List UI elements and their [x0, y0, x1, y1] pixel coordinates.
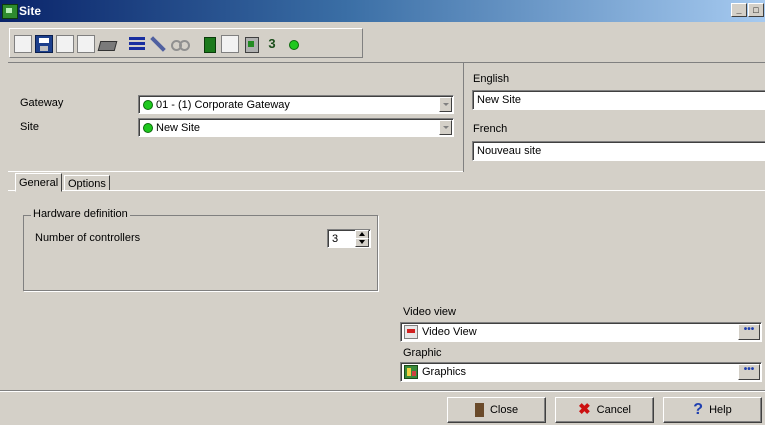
french-name-input[interactable]: Nouveau site	[472, 141, 765, 161]
dialog-button-bar: Close ✖ Cancel ? Help	[0, 390, 765, 425]
close-button[interactable]: Close	[447, 397, 546, 423]
site-dropdown-icon[interactable]	[439, 120, 452, 135]
graphic-field[interactable]: Graphics •••	[400, 362, 762, 382]
gateway-combo[interactable]: 01 - (1) Corporate Gateway	[138, 95, 454, 114]
spin-down-icon[interactable]	[355, 238, 369, 247]
save-icon[interactable]	[35, 35, 53, 53]
video-view-value: Video View	[422, 326, 477, 338]
toolbar: 3	[0, 22, 765, 62]
hardware-group: Hardware definition Number of controller…	[23, 208, 378, 291]
video-view-field[interactable]: Video View •••	[400, 322, 762, 342]
site-value: New Site	[156, 122, 201, 134]
list-icon[interactable]	[128, 35, 146, 53]
controllers-value: 3	[332, 233, 339, 245]
edit-icon[interactable]	[149, 35, 167, 53]
site-combo[interactable]: New Site	[138, 118, 454, 137]
controller-icon[interactable]	[200, 35, 218, 53]
english-name-input[interactable]: New Site	[472, 90, 765, 110]
gateway-label: Gateway	[20, 97, 64, 109]
help-button-label: Help	[709, 404, 732, 416]
module-icon[interactable]	[221, 35, 239, 53]
status-icon[interactable]	[284, 35, 302, 53]
door-icon	[474, 403, 484, 418]
minimize-button[interactable]: _	[731, 3, 747, 17]
tab-general[interactable]: General	[15, 173, 63, 192]
graphic-icon	[404, 365, 418, 379]
tab-options[interactable]: Options	[64, 175, 110, 191]
close-button-label: Close	[489, 404, 519, 416]
print-icon[interactable]	[97, 35, 118, 53]
window-title: Site	[19, 4, 42, 18]
controllers-label: Number of controllers	[35, 232, 141, 244]
cancel-button-label: Cancel	[596, 404, 631, 416]
app-icon	[2, 4, 18, 19]
site-status-icon	[143, 123, 153, 133]
graphic-browse-button[interactable]: •••	[738, 364, 760, 380]
video-view-label: Video view	[403, 306, 456, 318]
gateway-dropdown-icon[interactable]	[439, 97, 452, 112]
cancel-button[interactable]: ✖ Cancel	[555, 397, 654, 423]
graphic-label: Graphic	[403, 347, 442, 359]
number-icon[interactable]: 3	[263, 35, 281, 53]
graphic-value: Graphics	[422, 366, 467, 378]
copy-icon[interactable]	[56, 35, 74, 53]
controllers-stepper[interactable]: 3	[327, 229, 371, 248]
title-bar[interactable]: Site _ □ X	[0, 0, 765, 22]
video-view-browse-button[interactable]: •••	[738, 324, 760, 340]
tab-divider	[8, 190, 765, 191]
gateway-status-icon	[143, 100, 153, 110]
help-button[interactable]: ? Help	[663, 397, 762, 423]
find-icon[interactable]	[170, 35, 190, 53]
language-panel: English New Site French Nouveau site	[463, 63, 765, 172]
delete-icon[interactable]	[77, 35, 95, 53]
cancel-x-icon: ✖	[578, 401, 591, 419]
help-question-icon: ?	[693, 401, 704, 419]
english-name-value: New Site	[477, 94, 522, 106]
manual-action-icon[interactable]	[242, 35, 260, 53]
french-name-value: Nouveau site	[477, 145, 542, 157]
gateway-value: 01 - (1) Corporate Gateway	[156, 99, 290, 111]
hardware-group-title: Hardware definition	[31, 208, 130, 220]
maximize-button[interactable]: □	[748, 3, 764, 17]
new-icon[interactable]	[14, 35, 32, 53]
video-view-icon	[404, 325, 418, 339]
site-label: Site	[20, 121, 39, 133]
french-label: French	[473, 123, 508, 135]
toolbar-frame: 3	[9, 28, 363, 58]
english-label: English	[473, 73, 510, 85]
